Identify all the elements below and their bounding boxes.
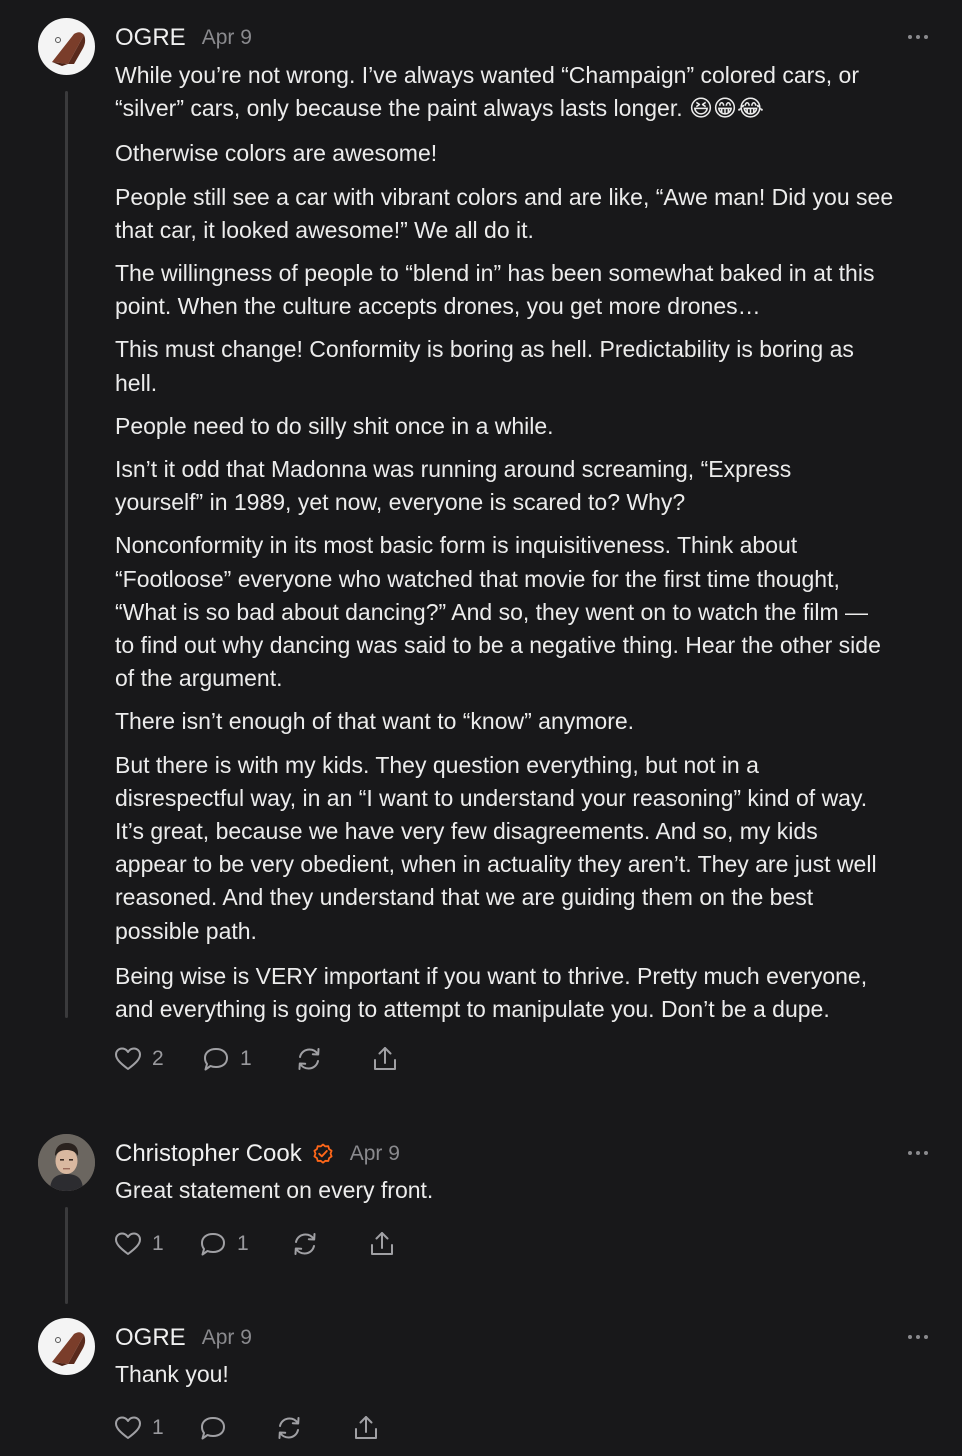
- comment-paragraph: People need to do silly shit once in a w…: [115, 412, 554, 439]
- reply-count: 1: [240, 1047, 252, 1070]
- restack-button[interactable]: [290, 1229, 367, 1259]
- avatar-image: [38, 18, 95, 75]
- comment-paragraph: Isn’t it odd that Madonna was running ar…: [115, 456, 792, 516]
- thread-line: [65, 1207, 68, 1304]
- verified-check-icon: [312, 1143, 334, 1165]
- comment-header: OGRE Apr 9: [115, 18, 252, 58]
- comment-paragraph: But there is with my kids. They question…: [115, 751, 877, 944]
- comment-paragraph: Nonconformity in its most basic form is …: [115, 532, 881, 692]
- speech-bubble-icon: [201, 1417, 225, 1440]
- comment-header: OGRE Apr 9: [115, 1318, 252, 1358]
- thread-line: [65, 91, 68, 1018]
- like-button[interactable]: 1: [113, 1413, 198, 1443]
- comment-body: Thank you!: [115, 1358, 940, 1401]
- ellipsis-icon: [908, 1151, 928, 1155]
- like-count: 2: [152, 1047, 164, 1070]
- share-button[interactable]: [367, 1229, 407, 1259]
- share-button[interactable]: [370, 1044, 410, 1074]
- author-name[interactable]: OGRE: [115, 24, 186, 52]
- share-button[interactable]: [351, 1413, 391, 1443]
- restack-arrows-icon: [298, 1048, 320, 1070]
- author-name[interactable]: OGRE: [115, 1324, 186, 1352]
- restack-arrows-icon: [294, 1233, 316, 1255]
- ellipsis-icon: [908, 1335, 928, 1339]
- comment-paragraph: Otherwise colors are awesome!: [115, 140, 438, 167]
- comment-paragraph: Being wise is VERY important if you want…: [115, 962, 868, 1023]
- like-count: 1: [152, 1416, 164, 1439]
- more-options-button[interactable]: [906, 32, 930, 42]
- heart-icon: [115, 1047, 141, 1070]
- share-upload-icon: [374, 1047, 396, 1070]
- comment-actions: 1: [113, 1411, 391, 1445]
- avatar-image: [38, 1134, 95, 1191]
- heart-icon: [115, 1232, 141, 1255]
- comment-paragraph: The willingness of people to “blend in” …: [115, 260, 875, 320]
- comment-body: While you’re not wrong. I’ve always want…: [115, 59, 940, 1036]
- restack-button[interactable]: [294, 1044, 370, 1074]
- comment-paragraph: This must change! Conformity is boring a…: [115, 336, 854, 396]
- comment-body: Great statement on every front.: [115, 1174, 940, 1217]
- comment-date[interactable]: Apr 9: [202, 26, 252, 50]
- reply-button[interactable]: 1: [201, 1044, 294, 1074]
- avatar-image: [38, 1318, 95, 1375]
- comment-paragraph: There isn’t enough of that want to “know…: [115, 708, 635, 735]
- more-options-button[interactable]: [906, 1148, 930, 1158]
- speech-bubble-icon: [204, 1048, 228, 1071]
- ellipsis-icon: [908, 35, 928, 39]
- avatar[interactable]: [38, 1318, 95, 1375]
- comment-actions: 1 1: [113, 1227, 407, 1261]
- like-button[interactable]: 2: [113, 1044, 201, 1074]
- like-count: 1: [152, 1232, 164, 1255]
- restack-button[interactable]: [274, 1413, 351, 1443]
- share-upload-icon: [355, 1416, 377, 1439]
- heart-icon: [115, 1416, 141, 1439]
- comment-paragraph: While you’re not wrong. I’ve always want…: [115, 62, 859, 122]
- avatar[interactable]: [38, 18, 95, 75]
- reply-button[interactable]: 1: [198, 1229, 290, 1259]
- comment-paragraph: Great statement on every front.: [115, 1177, 434, 1203]
- more-options-button[interactable]: [906, 1332, 930, 1342]
- like-button[interactable]: 1: [113, 1229, 198, 1259]
- reply-count: 1: [237, 1232, 249, 1255]
- comment-paragraph: Thank you!: [115, 1361, 229, 1387]
- comment-date[interactable]: Apr 9: [350, 1142, 400, 1166]
- author-name[interactable]: Christopher Cook: [115, 1140, 302, 1168]
- comment-actions: 2 1: [113, 1042, 410, 1076]
- comment-header: Christopher Cook Apr 9: [115, 1134, 400, 1174]
- avatar[interactable]: [38, 1134, 95, 1191]
- comment-thread: OGRE Apr 9 While you’re not wrong. I’ve …: [0, 0, 962, 1456]
- restack-arrows-icon: [278, 1417, 300, 1439]
- reply-button[interactable]: [198, 1413, 274, 1443]
- comment-paragraph: People still see a car with vibrant colo…: [115, 183, 894, 243]
- share-upload-icon: [371, 1232, 393, 1255]
- comment-date[interactable]: Apr 9: [202, 1326, 252, 1350]
- speech-bubble-icon: [201, 1233, 225, 1256]
